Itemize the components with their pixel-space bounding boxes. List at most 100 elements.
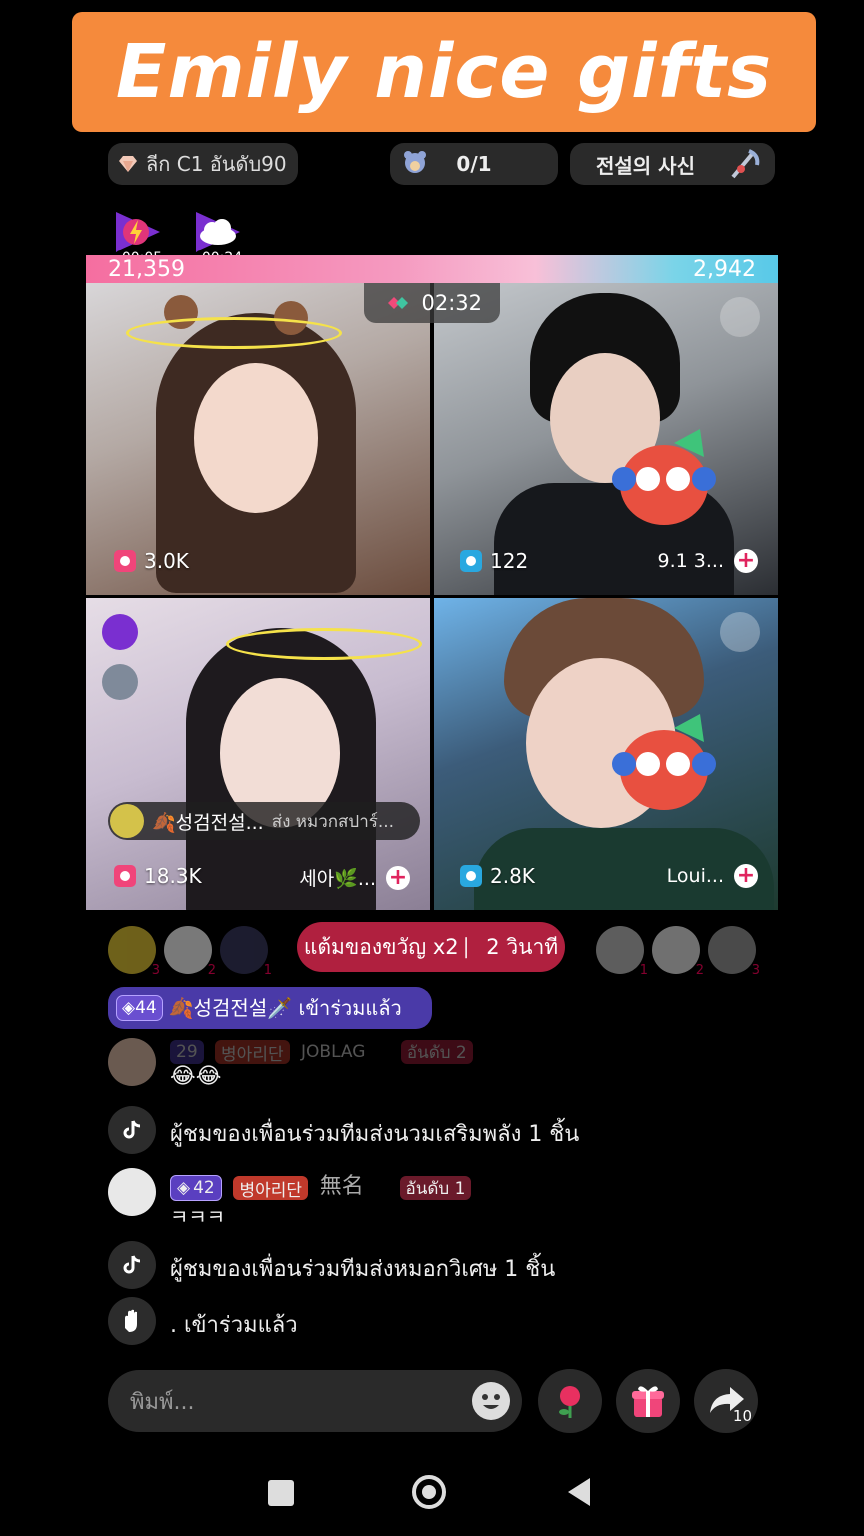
rank-number: 3 — [751, 963, 760, 978]
mascot-sticker — [612, 714, 716, 810]
left-score: 21,359 — [108, 257, 185, 282]
comment-input[interactable]: พิมพ์... — [108, 1370, 522, 1432]
plus-icon[interactable]: + — [734, 549, 758, 573]
title-label: 전설의 사신 — [596, 153, 695, 178]
top-gifter-avatar[interactable]: 2 — [652, 926, 704, 978]
username: 無名 — [319, 1174, 364, 1199]
chat-message: . เข้าร่วมแล้ว — [108, 1297, 298, 1345]
back-button[interactable] — [568, 1478, 590, 1506]
promo-banner-text: Emily nice gifts — [115, 29, 773, 115]
top-gifter-avatar[interactable]: 3 — [108, 926, 160, 978]
rank-number: 1 — [639, 963, 648, 978]
league-label: ลีก C1 อันดับ90 — [146, 152, 287, 176]
camera-icon — [460, 550, 482, 572]
tiktok-icon — [108, 1241, 156, 1289]
league-badge[interactable]: ลีก C1 อันดับ90 — [108, 143, 298, 185]
lightning-icon[interactable] — [102, 614, 138, 650]
halo-ring — [126, 317, 342, 349]
top-gifter-avatar[interactable]: 3 — [708, 926, 760, 978]
level-badge: 29 — [170, 1040, 204, 1064]
mascot-sticker — [612, 429, 716, 525]
host-name: Loui... + — [667, 864, 758, 888]
club-badge: 병아리단 — [233, 1176, 309, 1201]
comment-placeholder: พิมพ์... — [130, 1389, 195, 1415]
rank-number: 2 — [207, 963, 216, 978]
timer-text: 02:32 — [421, 291, 482, 315]
message-text: ผู้ชมของเพื่อนร่วมทีมส่งหมอกวิเศษ 1 ชิ้น — [170, 1257, 556, 1282]
avatar[interactable] — [108, 1038, 156, 1086]
rose-icon — [559, 1386, 580, 1418]
chat-message: ◈ 42 병아리단 無名 อันดับ 1 ㅋㅋㅋ — [108, 1168, 477, 1230]
title-badge[interactable]: 전설의 사신 — [570, 143, 775, 185]
viewer-count: 122 — [460, 549, 528, 573]
scythe-icon — [731, 149, 760, 179]
rose-gift-button[interactable] — [538, 1369, 602, 1433]
gift-icon — [632, 1386, 664, 1417]
rank-number: 2 — [695, 963, 704, 978]
portrait-face — [194, 363, 318, 513]
chat-message: ผู้ชมของเพื่อนร่วมทีมส่งนวมเสริมพลัง 1 ช… — [108, 1106, 579, 1154]
home-button[interactable] — [412, 1475, 446, 1509]
gift-button[interactable] — [616, 1369, 680, 1433]
join-text: 🍂성검전설🗡️ เข้าร่วมแล้ว — [168, 996, 402, 1020]
video-tile-2[interactable]: 122 9.1 3... + — [434, 283, 778, 595]
camera-icon — [114, 865, 136, 887]
camera-icon — [460, 865, 482, 887]
avatar[interactable] — [108, 1168, 156, 1216]
battle-timer: 02:32 — [364, 283, 500, 323]
vote-count: 0/1 — [456, 152, 492, 176]
multiplier-text: แต้มของขวัญ x2 ⎸2 วินาที — [303, 934, 559, 959]
chat-message: ผู้ชมของเพื่อนร่วมทีมส่งหมอกวิเศษ 1 ชิ้น — [108, 1241, 555, 1289]
battle-score-bar: 21,359 2,942 — [86, 255, 778, 283]
video-tile-4[interactable]: 2.8K Loui... + — [434, 598, 778, 910]
count-text: 3.0K — [144, 549, 189, 573]
plus-icon[interactable]: + — [734, 864, 758, 888]
lightning-buff[interactable]: 00:05 — [108, 206, 168, 266]
rank-number: 3 — [151, 963, 160, 978]
level-number: 42 — [193, 1178, 215, 1198]
rank-number: 1 — [263, 963, 272, 978]
cloud-buff[interactable]: 00:24 — [188, 206, 248, 266]
top-gifter-avatar[interactable]: 1 — [596, 926, 648, 978]
message-text: ㅋㅋㅋ — [170, 1205, 226, 1229]
rank-badge: อันดับ 1 — [399, 1176, 472, 1200]
top-gifter-avatar[interactable]: 1 — [220, 926, 272, 978]
rank-badge: อันดับ 2 — [400, 1040, 473, 1064]
username: JOBLAG — [301, 1042, 366, 1062]
host-name-text: Loui... — [666, 865, 724, 887]
right-score: 2,942 — [693, 257, 756, 282]
host-name: 세아🌿... + — [299, 864, 410, 891]
gift-sender: 🍂성검전설... — [152, 811, 264, 834]
level-number: 44 — [135, 998, 157, 1018]
viewer-count: 3.0K — [114, 549, 189, 573]
count-text: 122 — [490, 549, 529, 573]
chat-message: 29 병아리단 JOBLAG อันดับ 2 😂😂 — [108, 1038, 479, 1089]
promo-banner: Emily nice gifts — [72, 12, 816, 132]
message-text: . เข้าร่วมแล้ว — [170, 1313, 298, 1338]
top-gifter-avatar[interactable]: 2 — [164, 926, 216, 978]
hammer-icon[interactable] — [720, 297, 760, 337]
diamond-icon — [119, 156, 137, 172]
avatar — [110, 804, 144, 838]
viewer-count: 18.3K — [114, 864, 202, 888]
gift-stat-text: 9.1 3... — [657, 550, 724, 572]
video-tile-1[interactable]: 3.0K — [86, 283, 430, 595]
host-name-text: 세아🌿... — [299, 868, 376, 890]
gift-detail: ส่ง หมวกสปาร์... — [271, 811, 395, 832]
club-badge: 병아리단 — [215, 1040, 290, 1065]
wave-icon — [108, 1297, 156, 1345]
recents-button[interactable] — [268, 1480, 294, 1506]
heart-icon — [388, 297, 408, 309]
tiktok-icon — [108, 1106, 156, 1154]
gift-stat: 9.1 3... + — [658, 549, 758, 573]
cloud-icon[interactable] — [102, 664, 138, 700]
vote-counter[interactable]: 0/1 — [390, 143, 558, 185]
plus-icon[interactable]: + — [386, 865, 410, 890]
count-text: 2.8K — [490, 864, 535, 888]
hammer-icon[interactable] — [720, 612, 760, 652]
emoji-icon[interactable] — [472, 1382, 510, 1420]
score-multiplier-pill: แต้มของขวัญ x2 ⎸2 วินาที — [297, 922, 565, 972]
video-tile-3[interactable]: 18.3K 세아🌿... + — [86, 598, 430, 910]
viewer-count: 2.8K — [460, 864, 535, 888]
share-button[interactable]: 10 — [694, 1369, 758, 1433]
